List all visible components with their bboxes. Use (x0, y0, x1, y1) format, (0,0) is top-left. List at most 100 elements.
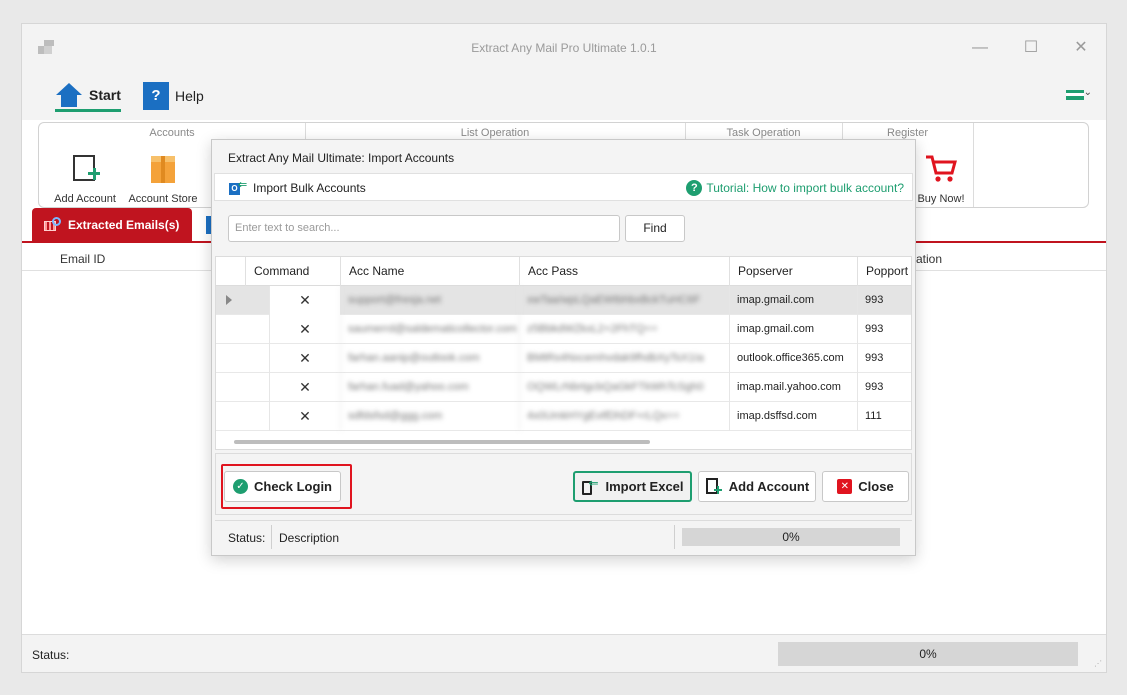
acc-name-cell: saumerrd@saldematicollector.com (340, 315, 519, 344)
box-icon (145, 153, 181, 189)
popserver-cell: imap.gmail.com (729, 315, 857, 344)
acc-name-cell: farhan.aanip@outlook.com (340, 344, 519, 373)
popport-cell: 993 (857, 373, 911, 402)
popserver-cell: outlook.office365.com (729, 344, 857, 373)
maximize-icon[interactable]: ☐ (1019, 36, 1043, 60)
minimize-icon[interactable]: — (968, 36, 992, 60)
resize-grip-icon: ⋰ (1094, 659, 1102, 668)
import-accounts-dialog: Extract Any Mail Ultimate: Import Accoun… (211, 139, 916, 556)
table-row[interactable]: ✕ farhan.fuad@yahoo.com OQWLrNbrtgcbQaGk… (216, 373, 911, 402)
tutorial-link[interactable]: ? Tutorial: How to import bulk account? (686, 180, 904, 196)
close-label: Close (858, 479, 894, 494)
partial-column-header[interactable]: ation (916, 252, 942, 266)
status-divider (674, 525, 675, 549)
table-row[interactable]: ✕ saumerrd@saldematicollector.com z5Bbkd… (216, 315, 911, 344)
check-login-label: Check Login (253, 479, 332, 494)
column-popserver[interactable]: Popserver (729, 257, 857, 286)
cart-icon (923, 153, 959, 189)
window-title: Extract Any Mail Pro Ultimate 1.0.1 (471, 41, 657, 55)
popserver-cell: imap.dsffsd.com (729, 402, 857, 431)
import-file-icon: ⇐ (581, 476, 599, 496)
search-input[interactable]: Enter text to search... (228, 215, 620, 242)
help-circle-icon: ? (686, 180, 703, 196)
horizontal-scrollbar[interactable] (234, 440, 650, 444)
acc-pass-cell: 4x0UmkHYgEvtfDhDF+rLQx== (519, 402, 729, 431)
main-progress-bar: 0% (778, 642, 1078, 666)
account-store-label: Account Store (128, 193, 198, 205)
status-divider (271, 525, 272, 549)
add-account-icon (705, 477, 723, 497)
row-indicator-icon (226, 295, 232, 305)
outlook-import-icon: O ⇐ (229, 178, 249, 196)
close-button[interactable]: ✕ Close (822, 471, 909, 502)
dialog-add-account-label: Add Account (728, 479, 810, 494)
dialog-title: Extract Any Mail Ultimate: Import Accoun… (228, 151, 455, 165)
account-store-button[interactable]: Account Store (127, 153, 199, 205)
remove-row-button[interactable]: ✕ (269, 344, 340, 373)
dialog-status-description: Description (279, 531, 340, 545)
table-row[interactable]: ✕ farhan.aanip@outlook.com BMtRs4Nxcemhv… (216, 344, 911, 373)
column-popport[interactable]: Popport (857, 257, 911, 286)
dialog-header: O ⇐ Import Bulk Accounts ? Tutorial: How… (214, 173, 913, 201)
check-login-button[interactable]: ✓ Check Login (224, 471, 341, 502)
tab-extracted-emails-label: Extracted Emails(s) (68, 218, 180, 232)
tab-help-label: Help (175, 88, 204, 104)
popport-cell: 111 (857, 402, 911, 431)
ribbon-divider (973, 123, 974, 207)
acc-name-cell: sdfdsfsd@ggg.com (340, 402, 519, 431)
find-button[interactable]: Find (625, 215, 685, 242)
acc-name-cell: support@fresja.net (340, 286, 519, 315)
add-account-label: Add Account (54, 193, 116, 205)
popport-cell: 993 (857, 286, 911, 315)
popserver-cell: imap.gmail.com (729, 286, 857, 315)
column-command[interactable]: Command (245, 257, 340, 286)
table-header: Command Acc Name Acc Pass Popserver Popp… (216, 257, 911, 286)
tab-start-label: Start (89, 86, 121, 103)
dialog-header-title: Import Bulk Accounts (253, 181, 366, 195)
buy-now-label: Buy Now! (917, 193, 965, 205)
popport-cell: 993 (857, 315, 911, 344)
table-row[interactable]: ✕ support@fresja.net xwTaa/wpLQaEWtbhbxB… (216, 286, 911, 315)
tab-extracted-emails[interactable]: Extracted Emails(s) (32, 208, 192, 242)
check-circle-icon: ✓ (232, 479, 248, 494)
remove-row-button[interactable]: ✕ (269, 286, 340, 315)
acc-pass-cell: xwTaa/wpLQaEWtbhbxBckTuHC6F (519, 286, 729, 315)
import-excel-button[interactable]: ⇐ Import Excel (573, 471, 692, 502)
acc-pass-cell: OQWLrNbrtgcbQaGkFTkWhTcSgh0 (519, 373, 729, 402)
email-id-header[interactable]: Email ID (60, 252, 105, 266)
close-window-icon[interactable]: ✕ (1069, 36, 1093, 60)
tab-start[interactable]: Start (55, 80, 121, 112)
acc-name-cell: farhan.fuad@yahoo.com (340, 373, 519, 402)
main-status-bar: Status: 0% ⋰ (22, 634, 1106, 672)
language-flag-icon[interactable] (1066, 90, 1084, 100)
dialog-actions: ✓ Check Login ⇐ Import Excel Add Account… (215, 453, 912, 515)
grid-search-icon (44, 217, 62, 233)
dialog-add-account-button[interactable]: Add Account (698, 471, 816, 502)
table-row[interactable]: ✕ sdfdsfsd@ggg.com 4x0UmkHYgEvtfDhDF+rLQ… (216, 402, 911, 431)
tutorial-link-label: Tutorial: How to import bulk account? (706, 181, 904, 195)
help-book-icon: ? (143, 82, 169, 110)
status-label: Status: (32, 648, 70, 662)
remove-row-button[interactable]: ✕ (269, 315, 340, 344)
dialog-progress-bar: 0% (682, 528, 900, 546)
acc-pass-cell: z5BbkdWZkxL2+2FhTQ== (519, 315, 729, 344)
column-acc-pass[interactable]: Acc Pass (519, 257, 729, 286)
buy-now-button[interactable]: Buy Now! (911, 153, 971, 205)
popserver-cell: imap.mail.yahoo.com (729, 373, 857, 402)
group-accounts-label: Accounts (149, 127, 195, 139)
chevron-down-icon[interactable]: ⌄ (1084, 87, 1092, 98)
title-bar: Extract Any Mail Pro Ultimate 1.0.1 — ☐ … (22, 24, 1106, 72)
remove-row-button[interactable]: ✕ (269, 373, 340, 402)
add-account-icon (67, 153, 103, 189)
home-icon (56, 82, 82, 107)
popport-cell: 993 (857, 344, 911, 373)
group-register-label: Register (887, 127, 928, 139)
dialog-status-label: Status: (228, 531, 266, 545)
tab-help[interactable]: ? Help (143, 80, 204, 112)
close-x-icon: ✕ (837, 479, 853, 494)
accounts-table: Command Acc Name Acc Pass Popserver Popp… (215, 256, 912, 450)
add-account-button[interactable]: Add Account (53, 153, 117, 205)
remove-row-button[interactable]: ✕ (269, 402, 340, 431)
dialog-status-bar: Status: Description 0% (215, 520, 912, 552)
column-acc-name[interactable]: Acc Name (340, 257, 519, 286)
